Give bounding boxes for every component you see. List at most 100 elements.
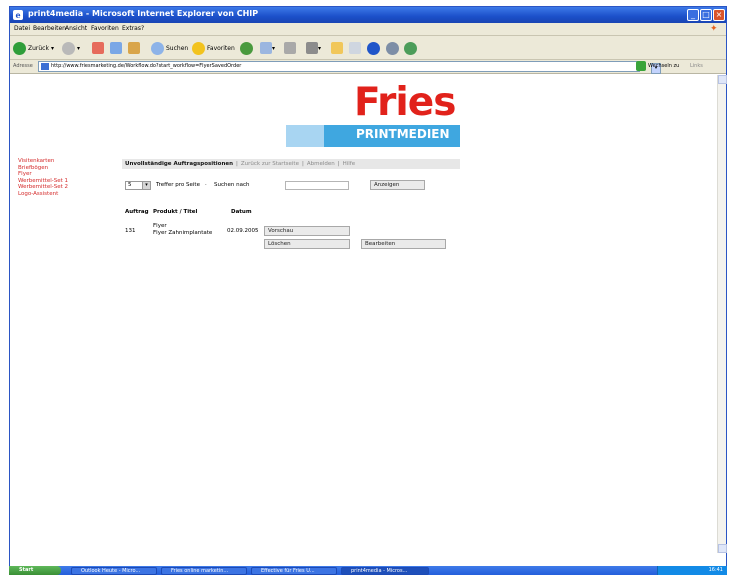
menu-view[interactable]: Ansicht	[65, 25, 87, 32]
go-arrow-icon[interactable]	[636, 61, 646, 71]
address-url: http://www.friesmarketing.de/Workflow.do…	[51, 63, 242, 69]
task-print4media[interactable]: print4media - Micros...	[341, 567, 429, 575]
address-bar: Adresse http://www.friesmarketing.de/Wor…	[10, 60, 726, 74]
chevron-down-icon: ▾	[77, 44, 81, 52]
minimize-button[interactable]: _	[687, 9, 699, 21]
tab-unvollstaendige[interactable]: Unvollständige Auftragspositionen	[125, 161, 233, 167]
chevron-down-icon: ▾	[50, 44, 54, 52]
search-input[interactable]	[285, 181, 349, 190]
menu-edit[interactable]: Bearbeiten	[33, 25, 66, 32]
logo-bar-light	[286, 125, 324, 147]
refresh-icon	[110, 42, 122, 54]
chevron-down-icon: ▾	[318, 44, 322, 52]
back-label: Zurück	[28, 44, 49, 52]
favorites-button[interactable]: Favoriten	[192, 40, 235, 56]
order-number: 131	[125, 228, 136, 234]
home-icon	[128, 42, 140, 54]
printer-icon	[284, 42, 296, 54]
address-input[interactable]: http://www.friesmarketing.de/Workflow.do…	[38, 61, 661, 74]
tab-hilfe[interactable]: Hilfe	[343, 161, 356, 167]
star-icon	[192, 41, 205, 55]
system-tray: 16:41	[657, 566, 727, 575]
show-button[interactable]: Anzeigen	[370, 180, 425, 190]
bluetooth-button[interactable]	[367, 40, 382, 56]
tab-separator: |	[236, 161, 238, 167]
people-button[interactable]	[404, 40, 419, 56]
window-title: print4media - Microsoft Internet Explore…	[28, 9, 259, 18]
product-name: Flyer	[153, 223, 167, 229]
messenger-icon	[386, 41, 399, 55]
column-header-date: Datum	[231, 209, 252, 215]
links-label[interactable]: Links	[690, 63, 703, 69]
tab-separator: |	[301, 161, 304, 167]
edit-button[interactable]: ▾	[306, 40, 321, 56]
toolbar: Zurück ▾ ▾ Suchen Favoriten ▾ ▾	[10, 36, 726, 60]
preview-button[interactable]: Vorschau	[264, 226, 350, 236]
scroll-down-button[interactable]	[718, 544, 727, 553]
page-viewport: Fries PRINTMEDIEN Visitenkarten Briefbög…	[10, 75, 727, 553]
stop-button[interactable]	[92, 40, 104, 56]
task-fries-online[interactable]: Fries online marketin...	[161, 567, 247, 575]
address-label: Adresse	[13, 63, 33, 69]
tab-abmelden[interactable]: Abmelden	[307, 161, 335, 167]
browser-window: e print4media - Microsoft Internet Explo…	[9, 6, 727, 568]
nav-werbemittel-set-2[interactable]: Werbemittel-Set 2	[18, 184, 68, 191]
delete-button[interactable]: Löschen	[264, 239, 350, 249]
messenger-button[interactable]	[386, 40, 401, 56]
per-page-select[interactable]: 5 ▾	[125, 181, 151, 190]
close-button[interactable]: ×	[713, 9, 725, 21]
tab-separator: |	[337, 161, 340, 167]
product-title: Flyer Zahnimplantate	[153, 230, 213, 236]
history-icon	[240, 41, 253, 55]
menu-tools[interactable]: Extras	[122, 25, 141, 32]
column-header-order: Auftrag	[125, 209, 149, 215]
print-button[interactable]	[284, 40, 296, 56]
logo-fries: Fries	[354, 80, 456, 125]
page-button[interactable]	[349, 40, 361, 56]
mail-button[interactable]: ▾	[260, 40, 275, 56]
search-icon	[151, 41, 164, 55]
per-page-value: 5	[128, 182, 132, 188]
search-label: Suchen nach	[214, 182, 250, 188]
home-button[interactable]	[128, 40, 140, 56]
document-icon	[349, 42, 361, 54]
go-button[interactable]: Wechseln zu	[648, 63, 679, 69]
logo-printmedien: PRINTMEDIEN	[356, 127, 450, 141]
nav-logo-assistent[interactable]: Logo-Assistent	[18, 191, 68, 198]
scroll-up-button[interactable]	[718, 75, 727, 84]
tab-bar: Unvollständige Auftragspositionen | Zurück…	[122, 159, 460, 169]
task-effective[interactable]: Effective für Fries U...	[251, 567, 337, 575]
back-arrow-icon	[13, 41, 26, 55]
task-outlook[interactable]: Outlook Heute - Micro...	[71, 567, 157, 575]
maximize-button[interactable]: □	[700, 9, 712, 21]
title-bar[interactable]: e print4media - Microsoft Internet Explo…	[10, 7, 726, 23]
bullet-separator: ·	[205, 182, 207, 188]
tab-startseite[interactable]: Zurück zur Startseite	[241, 161, 299, 167]
search-label: Suchen	[166, 44, 189, 52]
start-button[interactable]: Start	[9, 566, 61, 575]
stop-icon	[92, 42, 104, 54]
edit-button[interactable]: Bearbeiten	[361, 239, 446, 249]
ie-icon: e	[13, 10, 23, 20]
left-nav: Visitenkarten Briefbögen Flyer Werbemitt…	[18, 158, 68, 197]
vertical-scrollbar[interactable]	[717, 75, 727, 553]
favorites-label: Favoriten	[207, 44, 235, 52]
windows-logo-icon: ✦	[710, 24, 718, 34]
folder-icon	[331, 42, 343, 54]
chevron-down-icon: ▾	[272, 44, 276, 52]
refresh-button[interactable]	[110, 40, 122, 56]
forward-button[interactable]: ▾	[62, 40, 80, 56]
menu-help[interactable]: ?	[141, 25, 144, 32]
menu-file[interactable]: Datei	[14, 25, 30, 32]
search-button[interactable]: Suchen	[151, 40, 188, 56]
chevron-down-icon[interactable]: ▾	[142, 182, 150, 189]
menu-favorites[interactable]: Favoriten	[91, 25, 119, 32]
column-header-product: Produkt / Titel	[153, 209, 198, 215]
back-button[interactable]: Zurück ▾	[13, 40, 54, 56]
folder-button[interactable]	[331, 40, 343, 56]
order-date: 02.09.2005	[227, 228, 259, 234]
people-icon	[404, 41, 417, 55]
menu-bar: Datei Bearbeiten Ansicht Favoriten Extra…	[10, 23, 726, 36]
clock: 16:41	[708, 567, 723, 573]
history-button[interactable]	[240, 40, 255, 56]
